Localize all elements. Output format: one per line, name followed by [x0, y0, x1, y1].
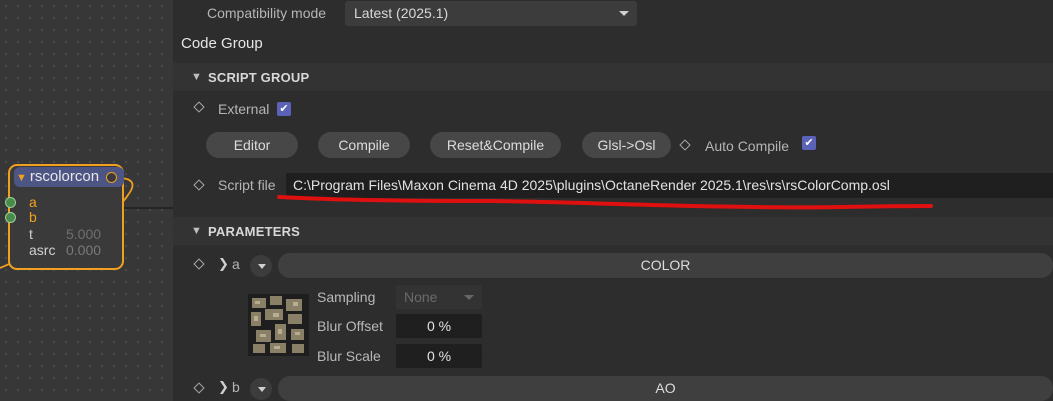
sampling-label: Sampling: [317, 289, 376, 305]
chevron-down-icon[interactable]: ▼: [191, 225, 202, 237]
port-asrc-label: asrc: [29, 242, 56, 258]
keyframe-diamond-icon[interactable]: [193, 179, 205, 191]
blur-offset-field[interactable]: 0 %: [396, 314, 482, 338]
compatibility-mode-label: Compatibility mode: [207, 5, 327, 21]
port-t-value: 5.000: [66, 226, 102, 242]
chevron-right-icon[interactable]: ❯: [218, 379, 229, 395]
script-group-header[interactable]: ▼ SCRIPT GROUP: [173, 63, 1053, 91]
glsl-to-osl-button[interactable]: Glsl->Osl: [582, 132, 671, 158]
param-b-dropdown[interactable]: [250, 378, 272, 400]
param-a-dropdown[interactable]: [250, 255, 272, 277]
editor-button[interactable]: Editor: [206, 132, 298, 158]
port-a-connector-icon[interactable]: [5, 197, 16, 208]
keyframe-diamond-icon[interactable]: [679, 139, 691, 151]
ao-shader-button[interactable]: AO: [278, 376, 1053, 401]
parameters-header[interactable]: ▼ PARAMETERS: [173, 217, 1053, 245]
keyframe-diamond-icon[interactable]: [193, 382, 205, 394]
chevron-right-icon[interactable]: ❯: [218, 256, 229, 272]
external-checkbox[interactable]: ✔: [277, 102, 291, 116]
reset-compile-button[interactable]: Reset&Compile: [430, 132, 561, 158]
collapse-triangle-icon[interactable]: ▼: [16, 172, 27, 184]
chevron-down-icon: [464, 295, 474, 300]
output-port-icon[interactable]: [106, 172, 117, 183]
auto-compile-label: Auto Compile: [705, 138, 790, 154]
blur-offset-label: Blur Offset: [317, 318, 383, 334]
sampling-dropdown[interactable]: None: [396, 285, 482, 309]
compatibility-mode-dropdown[interactable]: Latest (2025.1): [345, 1, 637, 26]
attributes-panel: Compatibility mode Latest (2025.1) Code …: [173, 0, 1053, 401]
color-shader-button[interactable]: COLOR: [278, 253, 1053, 278]
parameters-title: PARAMETERS: [208, 224, 301, 239]
script-file-label: Script file: [218, 177, 276, 193]
red-underline-annotation: [277, 195, 933, 210]
blur-scale-field[interactable]: 0 %: [396, 344, 482, 368]
chevron-down-icon: [258, 264, 266, 269]
blur-scale-label: Blur Scale: [317, 348, 381, 364]
param-b-label: b: [232, 379, 240, 395]
sampling-value: None: [404, 289, 438, 305]
compatibility-mode-value: Latest (2025.1): [354, 5, 449, 21]
chevron-down-icon: [258, 387, 266, 392]
param-a-label: a: [232, 256, 240, 272]
script-group-title: SCRIPT GROUP: [208, 70, 310, 85]
external-label: External: [218, 101, 270, 117]
texture-preview-image: [248, 294, 309, 356]
port-b-connector-icon[interactable]: [5, 212, 16, 223]
node-editor-canvas[interactable]: ▼ rscolorcon a b t 5.000 asrc 0.000: [0, 0, 173, 401]
texture-thumbnail[interactable]: [248, 294, 309, 356]
port-t-label: t: [29, 226, 33, 242]
chevron-down-icon: [619, 11, 629, 16]
keyframe-diamond-icon[interactable]: [193, 101, 205, 113]
chevron-down-icon[interactable]: ▼: [191, 71, 202, 83]
port-a-label: a: [29, 194, 37, 210]
code-group-title: Code Group: [181, 35, 263, 52]
port-asrc-value: 0.000: [66, 242, 102, 258]
port-b-label: b: [29, 209, 37, 225]
keyframe-diamond-icon[interactable]: [193, 258, 205, 270]
auto-compile-checkbox[interactable]: ✔: [802, 136, 816, 150]
compile-button[interactable]: Compile: [318, 132, 410, 158]
